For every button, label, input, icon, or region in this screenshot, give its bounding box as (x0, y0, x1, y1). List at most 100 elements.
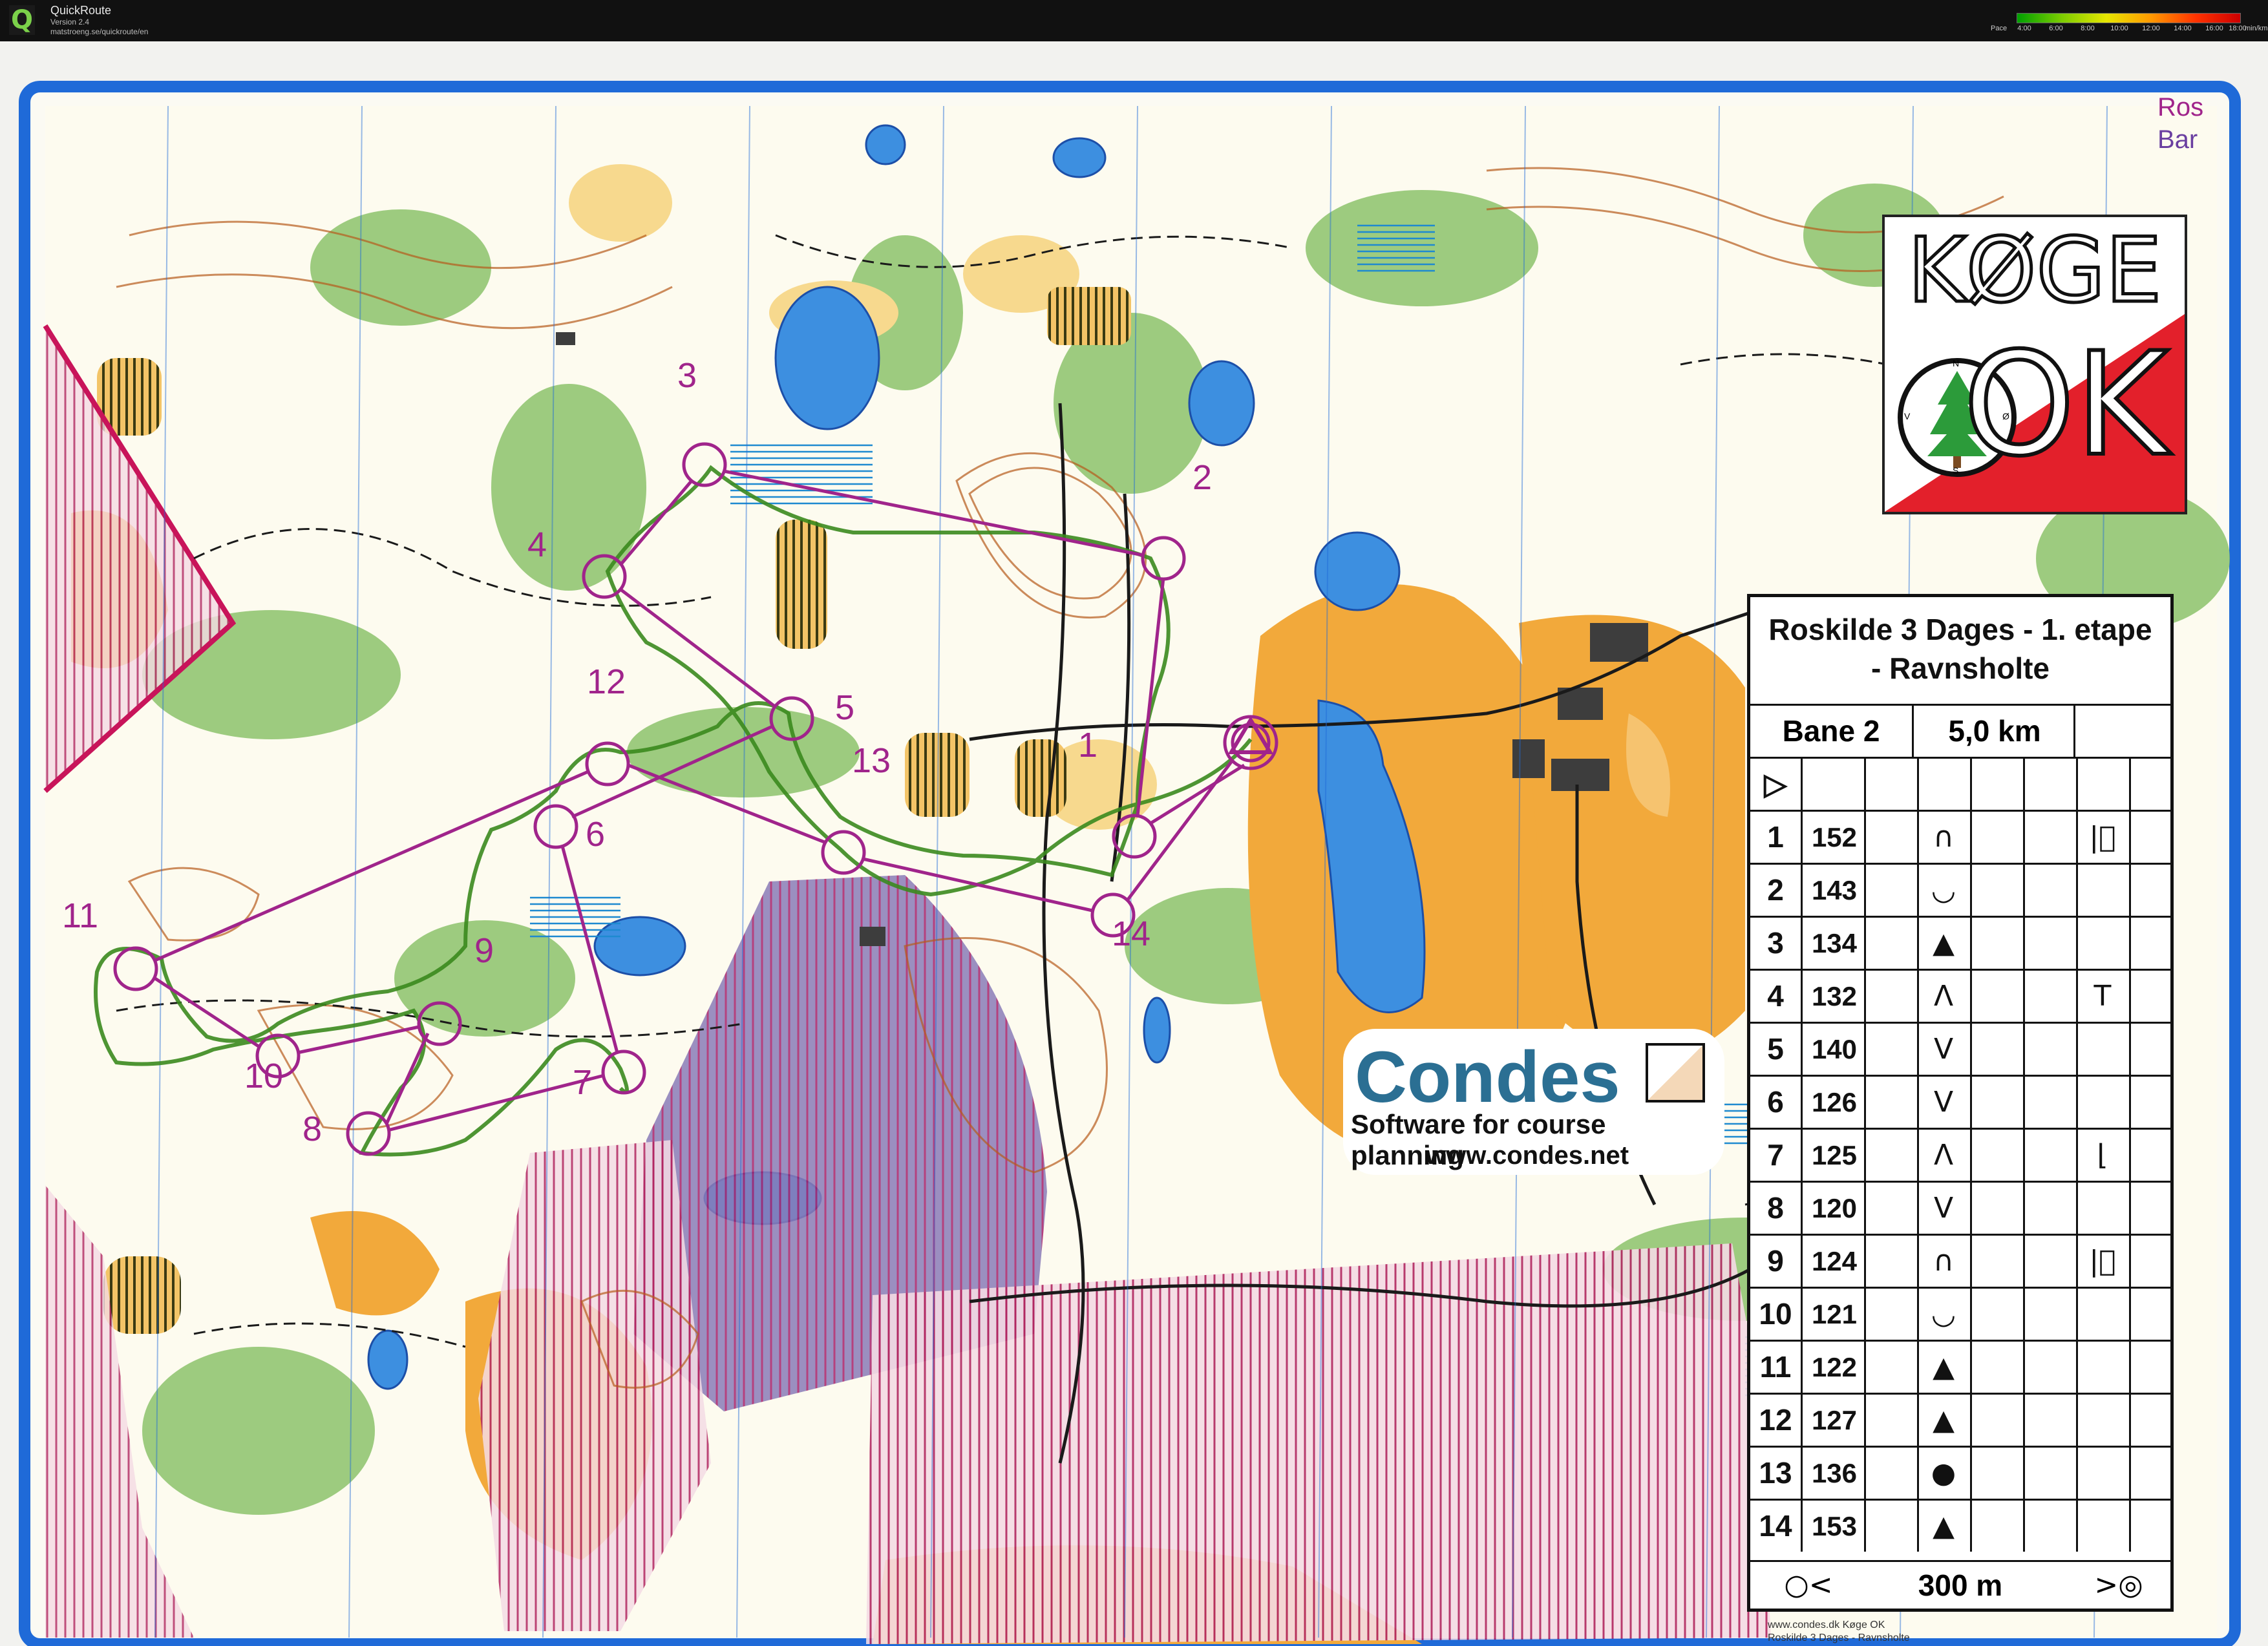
divider (2076, 918, 2078, 969)
divider (1864, 759, 1866, 810)
divider (1970, 1236, 1972, 1287)
title-bar: Q QuickRoute Version 2.4 matstroeng.se/q… (0, 0, 2268, 41)
compass-n-label: N (1953, 358, 1960, 368)
pace-legend-unit: min/km (2245, 25, 2268, 32)
divider (2129, 1130, 2131, 1181)
control-number: 12 (1759, 1403, 1792, 1437)
condes-name: Condes (1355, 1037, 1620, 1117)
divider (2023, 1130, 2025, 1181)
divider (1970, 1077, 1972, 1128)
orienteering-map[interactable]: 1 2 3 4 5 6 7 8 9 10 11 12 13 14 Ros Bar… (0, 41, 2268, 1646)
divider (2076, 1077, 2078, 1128)
boulder-icon: ▲ (1933, 927, 1955, 960)
divider (2129, 865, 2131, 916)
control-number: 9 (1767, 1244, 1784, 1278)
pace-legend-label: Pace (1991, 25, 2008, 32)
logo-text-ok: OK (1961, 322, 2170, 487)
control-code: 153 (1801, 1501, 1866, 1552)
pace-tick: 6:00 (2049, 25, 2063, 32)
finish-marker-start: ○< (1784, 1568, 1833, 1601)
control-code: 122 (1801, 1342, 1866, 1393)
divider (1864, 1395, 1866, 1446)
divider (1864, 865, 1866, 916)
divider (1970, 759, 1972, 810)
divider (2076, 1448, 2078, 1499)
divider (1970, 812, 1972, 863)
control-number: 5 (1767, 1032, 1784, 1066)
control-number-label: 12 (587, 662, 626, 701)
app-url: matstroeng.se/quickroute/en (50, 27, 149, 36)
pace-tick: 8:00 (2081, 25, 2095, 32)
divider (2129, 1448, 2131, 1499)
divider (1970, 1289, 1972, 1340)
start-triangle-icon: ▷ (1764, 767, 1787, 801)
compass-o-label: Ø (2002, 411, 2009, 421)
control-row: 1 152 ∩ |⃓ (1750, 810, 2170, 863)
divider (1970, 1448, 1972, 1499)
control-number-label: 2 (1192, 458, 1213, 497)
event-title-line2: - Ravnsholte (1871, 651, 2050, 685)
divider (1864, 1236, 1866, 1287)
control-row: 8 120 V (1750, 1181, 2170, 1234)
divider (2023, 1289, 2025, 1340)
divider (1864, 1183, 1866, 1234)
control-row: 11 122 ▲ (1750, 1340, 2170, 1393)
control-code: 132 (1801, 971, 1866, 1022)
divider (2129, 1236, 2131, 1287)
divider (2129, 1183, 2131, 1234)
knoll-top-icon: ∩ (1933, 1245, 1955, 1278)
compass-s-label: S (1953, 465, 1959, 476)
re-entrant-icon: V (1933, 1086, 1954, 1119)
control-row: 4 132 Λ T (1750, 969, 2170, 1022)
control-number: 4 (1767, 979, 1784, 1013)
map-credit: www.condes.dk Køge OK (1768, 1620, 1885, 1630)
control-number: 7 (1767, 1138, 1784, 1172)
divider (2023, 918, 2025, 969)
divider (1970, 1183, 1972, 1234)
control-row: 14 153 ▲ (1750, 1499, 2170, 1552)
boulder-icon: ▲ (1933, 1510, 1955, 1543)
divider (2023, 812, 2025, 863)
divider (2129, 759, 2131, 810)
control-number: 10 (1759, 1297, 1792, 1331)
spur-icon: Λ (1933, 1139, 1954, 1172)
control-number-label: 7 (573, 1063, 593, 1102)
side-icon: |⃓ (2089, 1245, 2116, 1278)
re-entrant-icon: V (1933, 1192, 1954, 1225)
event-title-line1: Roskilde 3 Dages - 1. etape (1768, 613, 2152, 646)
pace-tick: 4:00 (2017, 25, 2031, 32)
control-number: 3 (1767, 926, 1784, 960)
divider (2129, 1501, 2131, 1552)
divider (2073, 706, 2075, 757)
divider (1970, 865, 1972, 916)
knoll-top-icon: ∩ (1933, 821, 1955, 854)
pace-tick: 14:00 (2174, 25, 2192, 32)
control-number-label: 6 (586, 815, 606, 854)
compass-v-label: V (1904, 411, 1911, 421)
depression-icon: ◡ (1931, 1298, 1956, 1331)
divider (2076, 865, 2078, 916)
divider (2023, 759, 2025, 810)
finish-marker-end: >◎ (2094, 1568, 2143, 1601)
divider (2076, 759, 2078, 810)
control-number: 6 (1767, 1085, 1784, 1119)
event-title: Roskilde 3 Dages - 1. etape - Ravnsholte (1750, 610, 2170, 688)
control-number-label: 3 (677, 356, 697, 395)
divider (2023, 1024, 2025, 1075)
condes-logo-icon (1646, 1043, 1705, 1103)
control-row: 13 136 ● (1750, 1446, 2170, 1499)
control-code: 127 (1801, 1395, 1866, 1446)
control-row: 6 126 V (1750, 1075, 2170, 1128)
re-entrant-icon: V (1933, 1033, 1954, 1066)
control-code: 126 (1801, 1077, 1866, 1128)
control-code: 124 (1801, 1236, 1866, 1287)
divider (1864, 1342, 1866, 1393)
control-code: 152 (1801, 812, 1866, 863)
control-number-label: 9 (474, 931, 494, 970)
divider (2129, 1395, 2131, 1446)
control-number: 14 (1759, 1509, 1792, 1543)
control-row: 7 125 Λ ⌊ (1750, 1128, 2170, 1181)
control-row: 2 143 ◡ (1750, 863, 2170, 916)
control-code: 136 (1801, 1448, 1866, 1499)
app-version: Version 2.4 (50, 17, 90, 26)
